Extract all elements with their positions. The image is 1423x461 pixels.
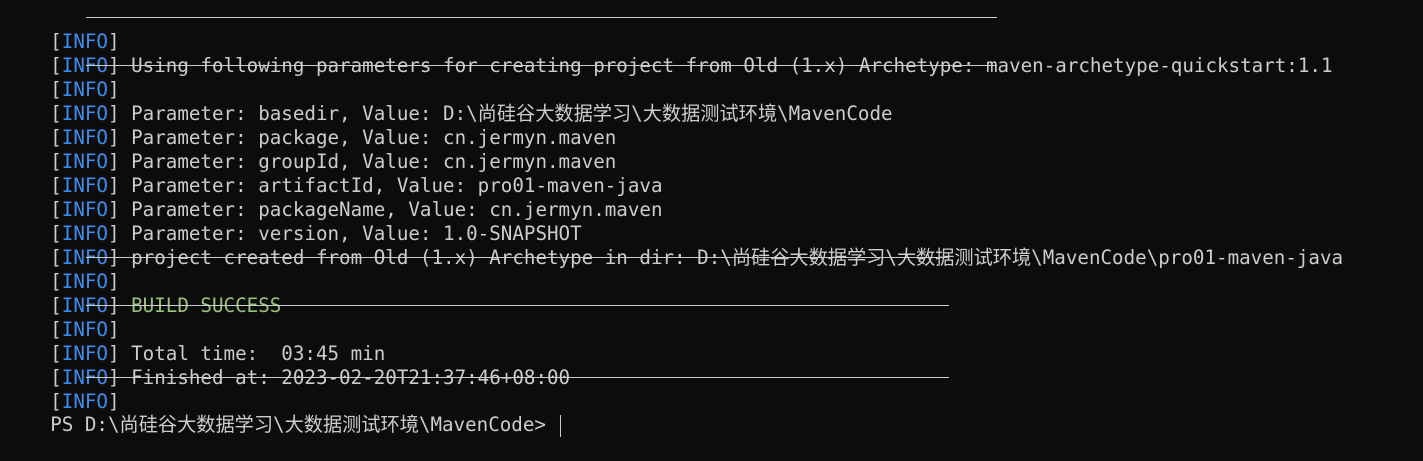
clipped-previous-line: [4, 0, 84, 1]
log-line: [INFO]: [4, 6, 119, 53]
log-line: [INFO]: [4, 246, 119, 293]
log-line: [INFO] Total time: 03:45 min: [4, 318, 385, 365]
log-line: [INFO] Parameter: artifactId, Value: pro…: [4, 150, 662, 197]
log-line: [INFO] Finished at: 2023-02-20T21:37:46+…: [4, 342, 570, 389]
separator-rule: [86, 65, 997, 66]
log-line: [INFO]: [4, 366, 119, 413]
separator-rule: [86, 377, 949, 378]
log-line: [INFO] Parameter: basedir, Value: D:\尚硅谷…: [4, 78, 892, 125]
log-line: [INFO]: [4, 294, 119, 341]
log-line: [INFO] Parameter: groupId, Value: cn.jer…: [4, 126, 616, 173]
shell-prompt-line[interactable]: PS D:\尚硅谷大数据学习\大数据测试环境\MavenCode>: [4, 389, 562, 437]
log-line: [INFO]: [4, 54, 119, 101]
log-line: [INFO] Using following parameters for cr…: [4, 30, 1332, 77]
log-line: [INFO] Parameter: package, Value: cn.jer…: [4, 102, 616, 149]
text-cursor[interactable]: [559, 414, 562, 437]
separator-rule: [86, 257, 949, 258]
log-line: [INFO] Parameter: version, Value: 1.0-SN…: [4, 198, 581, 245]
shell-prompt: PS D:\尚硅谷大数据学习\大数据测试环境\MavenCode>: [50, 413, 546, 436]
log-line: [INFO] project created from Old (1.x) Ar…: [4, 222, 1343, 269]
separator-rule: [86, 305, 949, 306]
log-line: [INFO] BUILD SUCCESS: [4, 270, 281, 317]
log-line: [INFO] Parameter: packageName, Value: cn…: [4, 174, 662, 221]
terminal-window[interactable]: [INFO] [INFO] Using following parameters…: [0, 0, 1423, 437]
separator-rule: [86, 17, 997, 18]
